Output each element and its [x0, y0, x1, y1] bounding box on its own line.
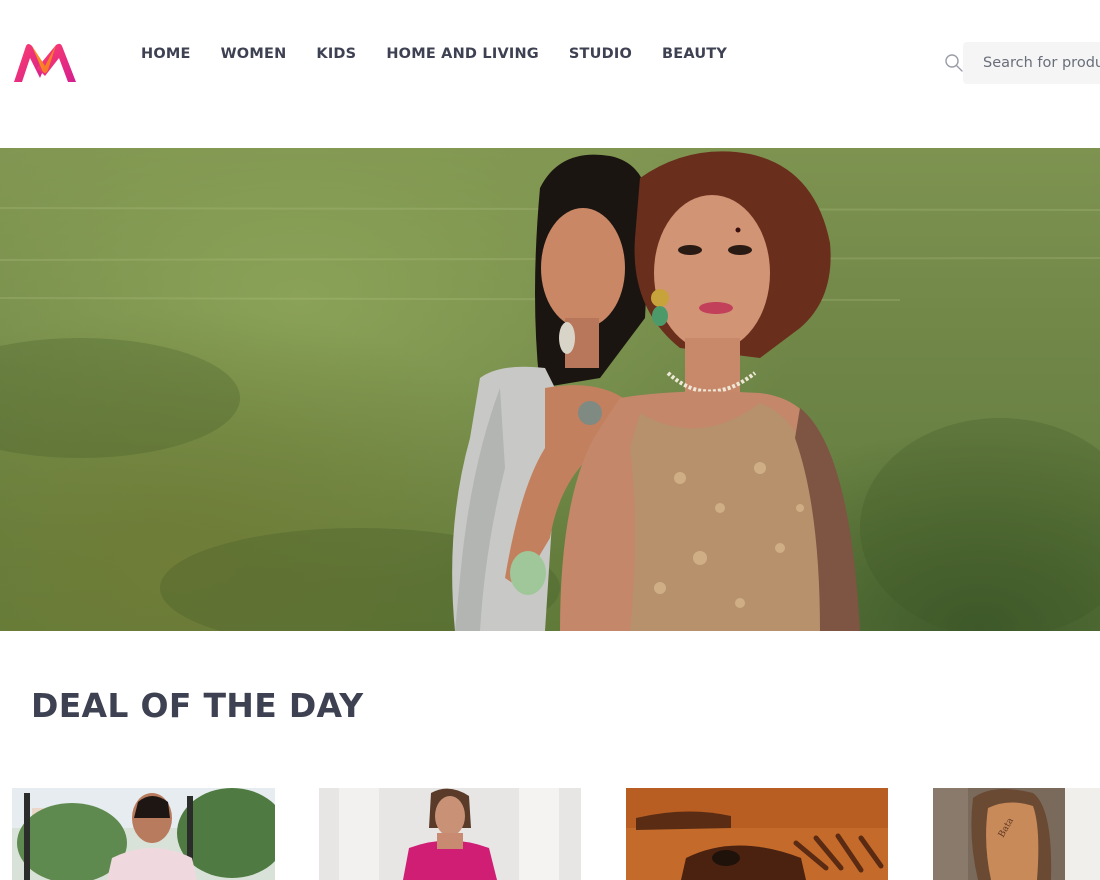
site-header: HOME WOMEN KIDS HOME AND LIVING STUDIO B… [0, 0, 1100, 120]
deal-product-image-brown-shoes [626, 788, 888, 880]
myntra-logo-icon[interactable] [12, 40, 78, 86]
nav-item-studio[interactable]: STUDIO [569, 44, 632, 64]
deal-product-image-brown-loafers: Bata [933, 788, 1100, 880]
search-bar [963, 42, 1100, 84]
nav-item-kids[interactable]: KIDS [316, 44, 356, 64]
search-input[interactable] [963, 42, 1100, 84]
nav-item-home[interactable]: HOME [141, 44, 191, 64]
main-nav: HOME WOMEN KIDS HOME AND LIVING STUDIO B… [141, 44, 757, 64]
deal-card[interactable] [319, 788, 581, 880]
nav-item-beauty[interactable]: BEAUTY [662, 44, 727, 64]
deal-card[interactable]: Bata [933, 788, 1100, 880]
hero-banner-image [0, 151, 1100, 631]
hero-banner[interactable] [0, 148, 1100, 631]
nav-item-home-and-living[interactable]: HOME AND LIVING [386, 44, 539, 64]
deal-product-image-pink-dress [319, 788, 581, 880]
deal-card[interactable] [626, 788, 888, 880]
deal-product-image-ethnic-kurta [12, 788, 275, 880]
search-icon[interactable] [944, 53, 964, 73]
nav-item-women[interactable]: WOMEN [221, 44, 287, 64]
deal-card[interactable] [12, 788, 275, 880]
deal-of-the-day-title: DEAL OF THE DAY [31, 686, 364, 725]
